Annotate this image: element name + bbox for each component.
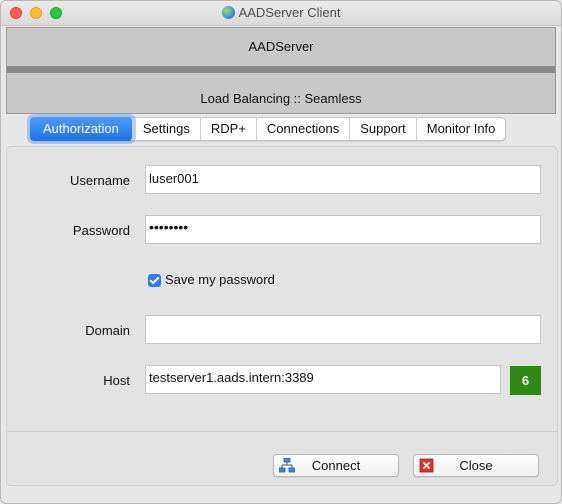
connect-button[interactable]: Connect xyxy=(273,454,399,477)
save-password-label[interactable]: Save my password xyxy=(165,272,275,287)
tab-monitor-info[interactable]: Monitor Info xyxy=(417,118,506,140)
tab-support[interactable]: Support xyxy=(350,118,417,140)
username-label: Username xyxy=(70,173,130,188)
tab-bar: Authorization Settings RDP+ Connections … xyxy=(30,117,507,141)
banner-divider xyxy=(7,66,555,73)
save-password-checkbox[interactable] xyxy=(148,274,161,287)
banner-subtitle: Load Balancing :: Seamless xyxy=(200,91,362,106)
globe-icon xyxy=(221,6,235,19)
window-title: AADServer Client xyxy=(1,5,561,20)
title-bar: AADServer Client xyxy=(1,1,561,26)
domain-label: Domain xyxy=(85,323,130,338)
password-field[interactable]: •••••••• xyxy=(145,215,541,244)
host-field[interactable]: testserver1.aads.intern:3389 xyxy=(145,365,501,394)
app-window: AADServer Client AADServer Load Balancin… xyxy=(0,0,562,504)
domain-field[interactable] xyxy=(145,315,541,344)
connect-button-label: Connect xyxy=(311,458,361,473)
banner-title: AADServer xyxy=(248,39,314,54)
tab-connections[interactable]: Connections xyxy=(257,118,351,140)
tab-authorization[interactable]: Authorization xyxy=(30,117,133,141)
host-count-badge[interactable]: 6 xyxy=(510,366,541,395)
close-button-label: Close xyxy=(459,458,493,473)
close-button[interactable]: Close xyxy=(413,454,539,477)
footer-divider xyxy=(7,431,557,432)
host-label: Host xyxy=(103,373,130,388)
banner: AADServer Load Balancing :: Seamless xyxy=(6,27,556,114)
password-label: Password xyxy=(72,223,130,238)
tab-rdp-plus[interactable]: RDP+ xyxy=(201,118,257,140)
username-field[interactable]: luser001 xyxy=(145,165,541,194)
window-title-text: AADServer Client xyxy=(238,5,341,20)
tab-settings[interactable]: Settings xyxy=(133,118,201,140)
